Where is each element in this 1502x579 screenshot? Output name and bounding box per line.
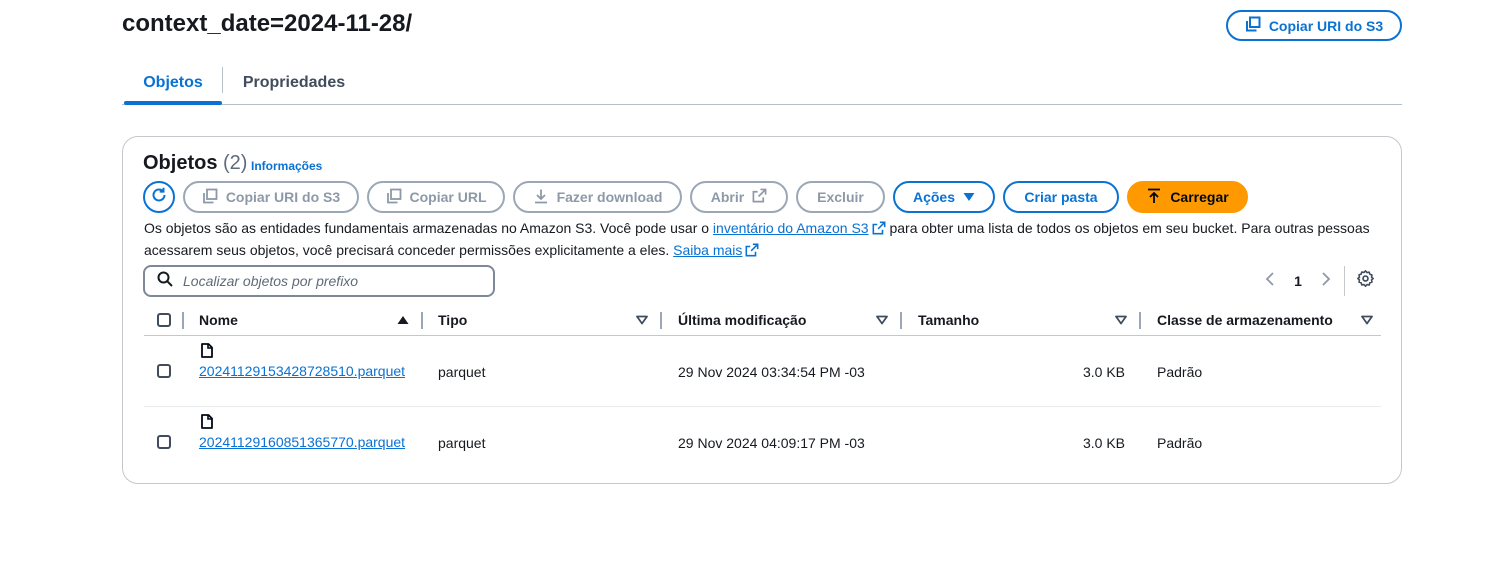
create-folder-button[interactable]: Criar pasta [1003, 181, 1119, 213]
file-icon [201, 414, 213, 432]
previous-page-button[interactable] [1258, 269, 1282, 293]
table-header: Nome Tipo Última modificação Tamanho Cla… [144, 304, 1381, 336]
file-type: parquet [438, 435, 486, 451]
settings-button[interactable] [1353, 269, 1377, 293]
sort-icon[interactable] [876, 304, 888, 335]
copy-s3-uri-label: Copiar URI do S3 [225, 189, 341, 205]
sort-icon[interactable] [636, 304, 648, 335]
file-type: parquet [438, 364, 486, 380]
copy-icon [1245, 16, 1261, 35]
column-header-storage-class[interactable]: Classe de armazenamento [1157, 304, 1333, 335]
create-folder-label: Criar pasta [1024, 189, 1098, 205]
actions-button[interactable]: Ações [893, 181, 995, 213]
table-row: 20241129160851365770.parquet parquet 29 … [144, 407, 1381, 477]
learn-more-label: Saiba mais [673, 242, 743, 258]
search-box [143, 265, 495, 297]
info-link[interactable]: Informações [251, 159, 322, 173]
objects-description: Os objetos são as entidades fundamentais… [144, 218, 1384, 262]
column-divider [900, 312, 902, 329]
current-page[interactable]: 1 [1282, 273, 1314, 289]
objects-heading: Objetos (2) [143, 152, 247, 175]
copy-url-button[interactable]: Copiar URL [367, 181, 505, 213]
page-title: context_date=2024-11-28/ [122, 10, 413, 37]
storage-class: Padrão [1157, 364, 1203, 380]
next-page-button[interactable] [1314, 269, 1338, 293]
copy-s3-uri-button[interactable]: Copiar URI do S3 [183, 181, 359, 213]
refresh-icon [150, 186, 168, 209]
tab-objetos[interactable]: Objetos [124, 62, 222, 105]
search-input[interactable] [181, 272, 485, 290]
column-header-name[interactable]: Nome [199, 304, 238, 335]
upload-label: Carregar [1170, 189, 1229, 205]
external-link-icon [872, 220, 886, 240]
objects-title: Objetos [143, 152, 218, 174]
row-checkbox[interactable] [157, 364, 171, 378]
open-button[interactable]: Abrir [690, 181, 788, 213]
chevron-right-icon [1321, 271, 1331, 291]
open-label: Abrir [710, 189, 745, 205]
copy-icon [202, 188, 218, 207]
chevron-left-icon [1265, 271, 1275, 291]
column-header-type[interactable]: Tipo [438, 304, 467, 335]
select-all-cell [157, 304, 171, 335]
inventory-link[interactable]: inventário do Amazon S3 [713, 220, 869, 236]
refresh-button[interactable] [143, 181, 175, 213]
column-divider [1139, 312, 1141, 329]
external-link-icon [745, 242, 759, 262]
table-row: 20241129153428728510.parquet parquet 29 … [144, 336, 1381, 407]
delete-button[interactable]: Excluir [796, 181, 885, 213]
upload-icon [1146, 188, 1162, 207]
storage-class: Padrão [1157, 435, 1203, 451]
pagination: 1 [1258, 266, 1377, 296]
column-divider [182, 312, 184, 329]
download-icon [533, 188, 549, 207]
description-text-1: Os objetos são as entidades fundamentais… [144, 220, 713, 236]
actions-label: Ações [912, 189, 956, 205]
file-name-link[interactable]: 20241129153428728510.parquet [199, 361, 409, 382]
tab-propriedades-label: Propriedades [242, 73, 346, 91]
sort-icon[interactable] [1115, 304, 1127, 335]
search-icon [157, 271, 173, 292]
settings-icon [1356, 270, 1374, 292]
column-header-last-modified[interactable]: Última modificação [678, 304, 806, 335]
file-name-link[interactable]: 20241129160851365770.parquet [199, 432, 409, 453]
tab-objetos-label: Objetos [143, 73, 203, 91]
inventory-link-label: inventário do Amazon S3 [712, 220, 869, 236]
copy-s3-uri-header-button[interactable]: Copiar URI do S3 [1226, 10, 1402, 41]
row-select-cell [157, 364, 171, 378]
upload-button[interactable]: Carregar [1127, 181, 1248, 213]
column-header-size[interactable]: Tamanho [918, 304, 979, 335]
learn-more-link[interactable]: Saiba mais [673, 242, 742, 258]
download-label: Fazer download [556, 189, 663, 205]
objects-count: (2) [223, 152, 248, 174]
file-size: 3.0 KB [1082, 435, 1125, 451]
delete-label: Excluir [817, 189, 864, 205]
tabs: Objetos Propriedades [122, 62, 1402, 105]
external-link-icon [752, 188, 767, 206]
copy-icon [386, 188, 402, 207]
tab-propriedades[interactable]: Propriedades [230, 62, 358, 103]
file-size: 3.0 KB [1082, 364, 1125, 380]
row-select-cell [157, 435, 171, 449]
last-modified: 29 Nov 2024 04:09:17 PM -03 [678, 435, 865, 451]
copy-url-label: Copiar URL [409, 189, 487, 205]
sort-ascending-icon[interactable] [397, 304, 409, 335]
tab-divider [222, 67, 223, 93]
caret-down-icon [963, 189, 975, 205]
sort-icon[interactable] [1361, 304, 1373, 335]
column-divider [421, 312, 423, 329]
column-divider [660, 312, 662, 329]
last-modified: 29 Nov 2024 03:34:54 PM -03 [678, 364, 865, 380]
download-button[interactable]: Fazer download [513, 181, 682, 213]
copy-s3-uri-header-label: Copiar URI do S3 [1268, 17, 1384, 34]
pagination-divider [1344, 266, 1345, 296]
row-checkbox[interactable] [157, 435, 171, 449]
file-icon [201, 343, 213, 361]
select-all-checkbox[interactable] [157, 312, 171, 327]
